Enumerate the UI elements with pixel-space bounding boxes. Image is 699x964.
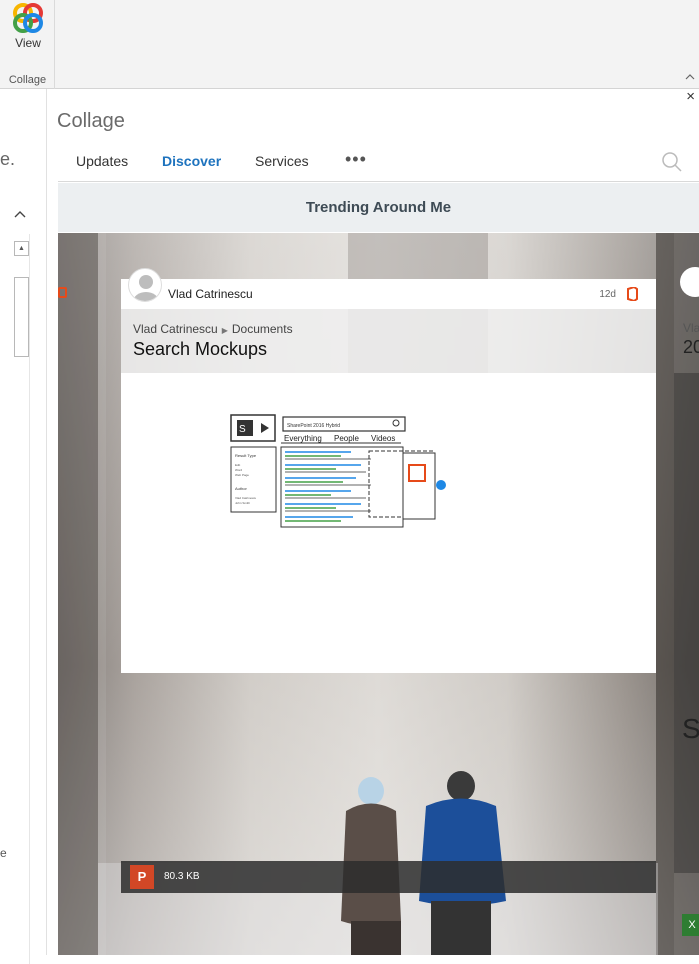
mockup-search-text: SharePoint 2016 Hybrid	[287, 423, 340, 429]
avatar[interactable]	[128, 268, 162, 302]
office-icon	[626, 285, 638, 306]
file-size: 80.3 KB	[164, 871, 200, 882]
page-title: Collage	[57, 110, 125, 132]
excel-icon: X	[682, 914, 699, 936]
breadcrumb-author[interactable]: Vlad Catrinescu	[133, 322, 218, 336]
file-info-bar: P 80.3 KB	[121, 861, 656, 893]
post-age: 12d	[599, 289, 616, 300]
side-partial-char: S	[682, 713, 699, 744]
card-header: Vlad Catrinescu 12d	[121, 268, 656, 309]
ribbon-group-collage: View Collage	[0, 0, 55, 89]
background-photo: Vla 20 S X Vlad Catrinescu 12d Vlad Catr…	[58, 233, 699, 955]
card-meta: Vlad Catrinescu ▶ Documents Search Mockups	[121, 309, 656, 373]
svg-text:S: S	[239, 424, 246, 435]
close-icon[interactable]: ×	[686, 88, 695, 105]
section-title: Trending Around Me	[305, 199, 452, 216]
mockup-refiner-item: Word	[235, 468, 242, 472]
search-icon[interactable]	[661, 151, 683, 178]
mockup-refiner-title: Result Type	[235, 453, 257, 458]
document-card[interactable]: Vlad Catrinescu 12d Vlad Catrinescu ▶ Docu…	[121, 268, 656, 955]
side-card-right[interactable]: Vla 20 S X	[674, 233, 699, 955]
more-icon[interactable]: •••	[345, 149, 367, 170]
tab-discover[interactable]: Discover	[162, 153, 221, 169]
collage-panel: × Collage Updates Discover Services ••• …	[48, 88, 699, 955]
mockup-author-item: Vlad Catrinescu	[235, 496, 257, 500]
side-title: 20	[683, 337, 699, 357]
ribbon: View Collage	[0, 0, 699, 89]
mockup-author-title: Author	[235, 486, 247, 491]
author-name[interactable]: Vlad Catrinescu	[168, 287, 253, 301]
document-preview[interactable]: S SharePoint 2016 Hybrid Everything Peop…	[121, 373, 656, 673]
left-partial-text-2: e	[0, 846, 7, 860]
scrollbar-thumb[interactable]	[14, 277, 29, 357]
side-preview	[674, 373, 699, 873]
tab-updates[interactable]: Updates	[76, 153, 128, 169]
avatar	[680, 267, 699, 297]
mockup-refiner-item: Web Page	[235, 473, 249, 477]
collage-logo-icon	[13, 3, 43, 33]
side-author: Vla	[683, 321, 699, 335]
mockup-tab-videos: Videos	[371, 434, 395, 443]
left-pane: e. ▲ e	[0, 89, 47, 964]
left-partial-text: e.	[0, 149, 16, 169]
office-icon	[58, 287, 67, 298]
section-header: Trending Around Me	[58, 183, 699, 232]
mockup-tab-everything: Everything	[284, 434, 322, 443]
mockup-refiner-item: Edit	[235, 463, 240, 467]
tab-services[interactable]: Services	[255, 153, 309, 169]
chevron-up-icon[interactable]	[14, 207, 26, 221]
scrollbar-track	[29, 234, 30, 964]
side-card-left[interactable]	[58, 233, 106, 955]
document-title[interactable]: Search Mockups	[133, 339, 267, 360]
mockup-author-item: John Smith	[235, 501, 250, 505]
group-label: Collage	[8, 74, 47, 86]
scroll-up-button[interactable]: ▲	[14, 241, 29, 256]
view-label: View	[15, 36, 41, 50]
search-mockup-thumbnail: S SharePoint 2016 Hybrid Everything Peop…	[230, 414, 446, 528]
view-button[interactable]: View	[4, 2, 52, 54]
mockup-tab-people: People	[334, 434, 359, 443]
chevron-right-icon: ▶	[221, 326, 228, 335]
breadcrumb-library[interactable]: Documents	[232, 322, 293, 336]
collapse-ribbon-icon[interactable]	[685, 73, 695, 84]
powerpoint-icon: P	[130, 865, 154, 889]
breadcrumb: Vlad Catrinescu ▶ Documents	[133, 322, 293, 336]
people-photo	[341, 771, 506, 955]
tab-bar: Updates Discover Services •••	[58, 147, 699, 182]
